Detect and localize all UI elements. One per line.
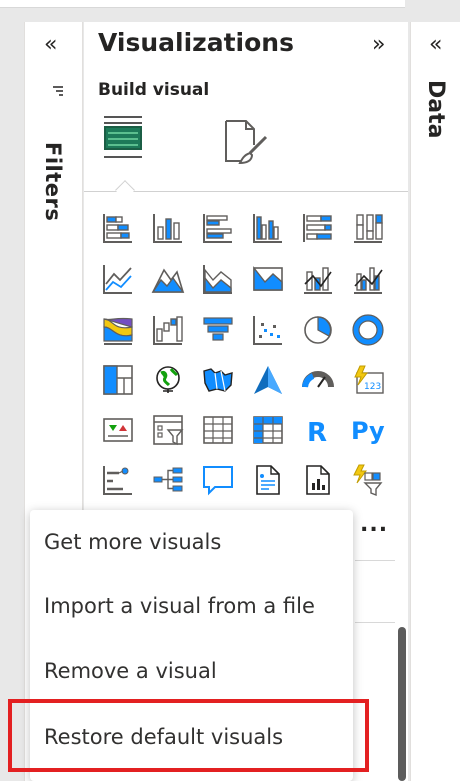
scatter-chart-icon[interactable] bbox=[251, 313, 285, 347]
hidden-field-divider bbox=[355, 560, 395, 561]
svg-text:123: 123 bbox=[364, 382, 381, 392]
get-more-visuals-ellipsis[interactable]: ... bbox=[360, 512, 388, 537]
gauge-icon[interactable] bbox=[301, 363, 335, 397]
decomposition-tree-icon[interactable] bbox=[151, 463, 185, 497]
python-visual-icon[interactable]: Py bbox=[349, 413, 389, 447]
ribbon-chart-icon[interactable] bbox=[101, 313, 135, 347]
area-chart-icon[interactable] bbox=[151, 262, 185, 296]
funnel-chart-icon[interactable] bbox=[201, 313, 235, 347]
line-chart-icon[interactable] bbox=[101, 262, 135, 296]
format-paintbrush-icon[interactable] bbox=[220, 117, 270, 167]
data-pane: « Data bbox=[410, 22, 460, 781]
treemap-icon[interactable] bbox=[101, 363, 135, 397]
power-apps-visual-icon[interactable] bbox=[351, 463, 385, 497]
clustered-column-chart-icon[interactable] bbox=[251, 211, 285, 245]
100-stacked-bar-chart-icon[interactable] bbox=[301, 211, 335, 245]
build-visual-tab[interactable] bbox=[99, 111, 155, 169]
pie-chart-icon[interactable] bbox=[301, 313, 335, 347]
slicer-icon[interactable] bbox=[151, 413, 185, 447]
azure-map-icon[interactable] bbox=[251, 363, 285, 397]
visualizations-title: Visualizations bbox=[98, 28, 294, 57]
matrix-icon[interactable] bbox=[251, 413, 285, 447]
stacked-area-chart-icon[interactable] bbox=[201, 262, 235, 296]
donut-chart-icon[interactable] bbox=[351, 313, 385, 347]
collapse-filters-chevron-icon[interactable]: « bbox=[44, 32, 57, 57]
highlight-box bbox=[8, 699, 369, 772]
waterfall-chart-icon[interactable] bbox=[151, 313, 185, 347]
kpi-icon[interactable]: 123 bbox=[351, 363, 385, 397]
svg-text:R: R bbox=[307, 418, 327, 447]
100-stacked-area-chart-icon[interactable] bbox=[251, 262, 285, 296]
line-and-stacked-column-chart-icon[interactable] bbox=[301, 262, 335, 296]
menu-item-get-more-visuals[interactable]: Get more visuals bbox=[44, 530, 221, 554]
top-strip bbox=[0, 0, 405, 8]
collapse-data-chevron-icon[interactable]: « bbox=[429, 32, 442, 57]
r-script-visual-icon[interactable]: R bbox=[301, 413, 335, 447]
filled-map-icon[interactable] bbox=[201, 363, 235, 397]
smart-narrative-icon[interactable] bbox=[251, 463, 285, 497]
hidden-field-divider bbox=[355, 622, 395, 623]
menu-item-remove-visual[interactable]: Remove a visual bbox=[44, 659, 217, 683]
card-icon[interactable] bbox=[101, 413, 135, 447]
table-icon[interactable] bbox=[201, 413, 235, 447]
expand-pane-chevron-icon[interactable]: » bbox=[372, 32, 385, 57]
menu-item-import-visual-from-file[interactable]: Import a visual from a file bbox=[44, 594, 315, 618]
svg-text:Py: Py bbox=[351, 417, 385, 445]
build-visual-label: Build visual bbox=[98, 80, 210, 100]
stacked-bar-chart-icon[interactable] bbox=[101, 211, 135, 245]
map-globe-icon[interactable] bbox=[151, 363, 185, 397]
paginated-report-icon[interactable] bbox=[301, 463, 335, 497]
clustered-bar-chart-icon[interactable] bbox=[201, 211, 235, 245]
pane-scrollbar[interactable] bbox=[398, 627, 406, 781]
filters-label[interactable]: Filters bbox=[41, 142, 65, 221]
filter-icon bbox=[53, 86, 63, 96]
stacked-column-chart-icon[interactable] bbox=[151, 211, 185, 245]
key-influencers-icon[interactable] bbox=[101, 463, 135, 497]
line-and-clustered-column-chart-icon[interactable] bbox=[351, 262, 385, 296]
data-label[interactable]: Data bbox=[423, 80, 448, 138]
table-grid-icon bbox=[104, 126, 142, 150]
qa-speech-bubble-icon[interactable] bbox=[201, 463, 235, 497]
100-stacked-column-chart-icon[interactable] bbox=[351, 211, 385, 245]
